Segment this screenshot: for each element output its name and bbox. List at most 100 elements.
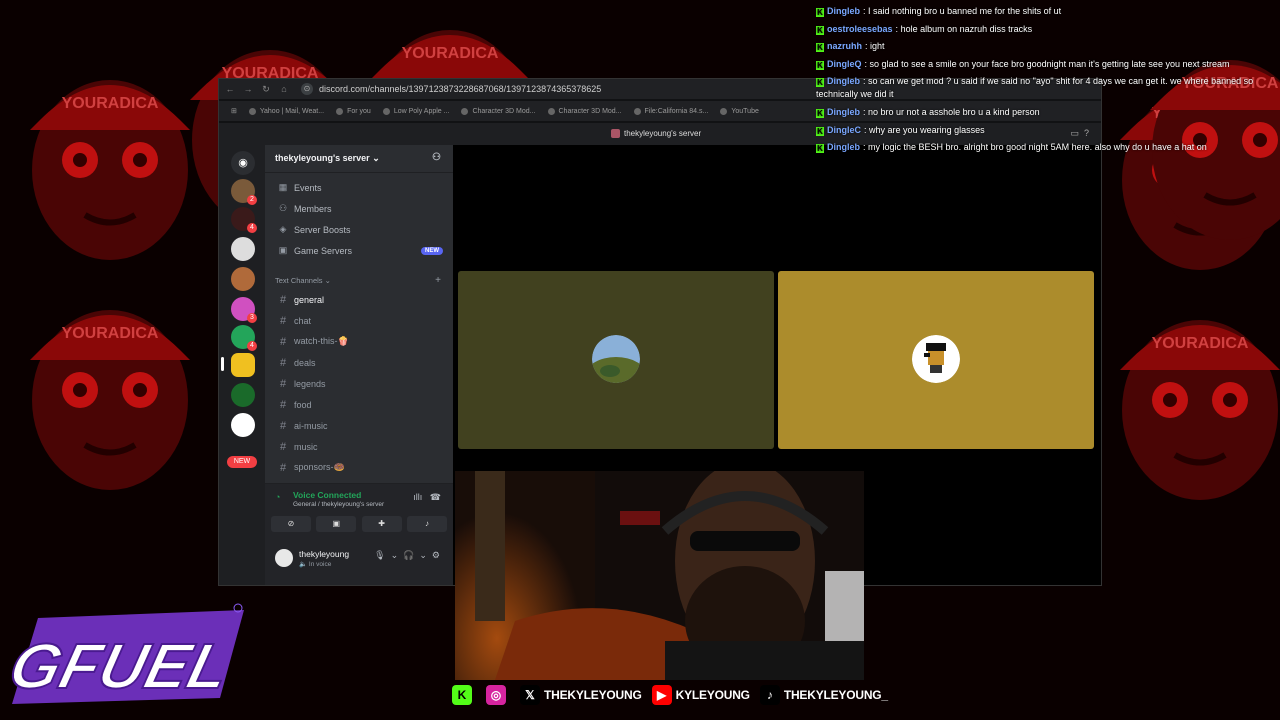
menu-item-members[interactable]: ⚇ Members xyxy=(265,198,453,219)
voice-controls: ıllı ☎ xyxy=(413,492,441,503)
back-icon[interactable]: ← xyxy=(223,84,237,94)
chat-username: DingleQ xyxy=(827,58,862,69)
server-icon[interactable] xyxy=(231,237,255,261)
mic-icon[interactable]: 🎙 xyxy=(374,550,390,560)
bookmark-item[interactable]: Character 3D Mod... xyxy=(461,107,536,115)
voice-location[interactable]: General / thekyleyoung's server xyxy=(293,501,384,508)
channel-item[interactable]: # legends xyxy=(265,373,453,394)
reload-icon[interactable]: ↻ xyxy=(259,84,273,95)
notification-badge: 4 xyxy=(247,223,257,233)
bookmark-label: For you xyxy=(347,107,371,115)
add-channel-icon[interactable]: + xyxy=(435,275,441,286)
chat-message: K Dingleb: my logic the BESH bro. alright… xyxy=(816,139,1280,157)
channel-item[interactable]: # sponsors-🍩 xyxy=(265,457,453,478)
category-text-channels[interactable]: Text Channels ⌄ + xyxy=(265,271,453,289)
avatar[interactable] xyxy=(275,549,293,567)
bookmark-favicon xyxy=(248,107,256,115)
bookmark-item[interactable]: File:California 84.s... xyxy=(633,107,708,115)
activities-button[interactable]: ✚ xyxy=(361,516,402,532)
menu-item-label: Events xyxy=(294,182,322,193)
server-icon[interactable] xyxy=(231,353,255,377)
chat-text: so glad to see a smile on your face bro … xyxy=(869,58,1230,69)
bookmark-item[interactable]: YouTube xyxy=(720,107,759,115)
notification-badge: 3 xyxy=(247,313,257,323)
participant-tile-left[interactable] xyxy=(458,271,774,449)
chevron-down-icon: ⌄ xyxy=(372,153,380,163)
bookmark-favicon xyxy=(461,107,469,115)
bookmark-label: YouTube xyxy=(731,107,759,115)
username[interactable]: thekyleyoung xyxy=(299,549,349,559)
kick-badge-icon: K xyxy=(816,8,824,17)
menu-item-events[interactable]: ▦ Events xyxy=(265,177,453,198)
participant-avatar xyxy=(912,335,960,383)
hash-icon: # xyxy=(279,293,287,306)
channel-item[interactable]: # ai-music xyxy=(265,415,453,436)
channel-name: chat xyxy=(294,315,312,326)
menu-item-server-boosts[interactable]: ◈ Server Boosts xyxy=(265,219,453,240)
user-panel: thekyleyoung 🔈 In voice 🎙⌄🎧⌄⚙ xyxy=(265,537,453,585)
chat-username: Dingleb xyxy=(827,76,860,86)
soundboard-button[interactable]: ♪ xyxy=(406,516,447,532)
menu-item-game-servers[interactable]: ▣ Game Servers NEW xyxy=(265,240,453,261)
chat-message: Koestroleesebas: hole album on nazruh di… xyxy=(816,21,1280,39)
server-icon[interactable] xyxy=(231,383,255,407)
noise-suppression-icon[interactable]: ıllı xyxy=(413,492,422,502)
server-header[interactable]: thekyleyoung's server ⌄ ⚇ xyxy=(265,145,453,173)
apps-icon[interactable]: ⊞ xyxy=(231,107,237,115)
bookmark-item[interactable]: Low Poly Apple ... xyxy=(382,107,449,115)
signal-icon[interactable]: ◔ xyxy=(275,492,280,502)
channel-name: music xyxy=(294,441,318,452)
url-text[interactable]: discord.com/channels/1397123873228687068… xyxy=(319,84,601,94)
invite-icon[interactable]: ⚇ xyxy=(432,152,441,163)
social-handle: KYLEYOUNG xyxy=(675,688,750,702)
channel-item[interactable]: # chat xyxy=(265,310,453,331)
menu-item-label: Server Boosts xyxy=(294,224,351,235)
chat-username: DingleC xyxy=(827,124,862,135)
hash-icon: # xyxy=(279,419,287,432)
bookmark-item[interactable]: Yahoo | Mail, Weat... xyxy=(248,107,324,115)
bookmark-favicon xyxy=(382,107,390,115)
channel-item[interactable]: # watch-this-🍿 xyxy=(265,331,453,352)
svg-text:YOURADICA: YOURADICA xyxy=(62,325,159,342)
kick-badge-icon: K xyxy=(816,60,824,70)
bookmark-item[interactable]: For you xyxy=(336,107,371,115)
screenshare-button[interactable]: ▣ xyxy=(316,516,357,532)
notification-badge: 2 xyxy=(247,195,257,205)
x-icon: 𝕏 xyxy=(520,685,540,705)
boost-icon: ◈ xyxy=(279,224,287,234)
social-handle: THEKYLEYOUNG xyxy=(544,688,642,702)
participant-tile-right[interactable] xyxy=(778,271,1094,449)
home-icon[interactable]: ⌂ xyxy=(277,84,291,94)
chat-colon: : xyxy=(895,23,899,34)
channel-item[interactable]: # general xyxy=(265,289,453,310)
chat-colon: : xyxy=(863,6,866,16)
chat-colon: : xyxy=(863,142,866,152)
channel-item[interactable]: # food xyxy=(265,394,453,415)
server-icon[interactable] xyxy=(231,267,255,291)
channel-item[interactable]: # deals xyxy=(265,352,453,373)
channel-name: general xyxy=(294,294,325,305)
hash-icon: # xyxy=(279,377,287,390)
chat-colon: : xyxy=(863,107,866,117)
chat-colon: : xyxy=(863,76,866,86)
site-info-icon[interactable]: ⊙ xyxy=(301,83,313,95)
bookmark-label: Character 3D Mod... xyxy=(472,107,536,115)
gear-icon[interactable]: ⚙ xyxy=(432,550,445,560)
channel-sidebar: thekyleyoung's server ⌄ ⚇ ▦ Events ⚇ Member… xyxy=(265,145,453,585)
bookmark-item[interactable]: Character 3D Mod... xyxy=(547,107,622,115)
disconnect-icon[interactable]: ☎ xyxy=(430,492,441,502)
window-title: thekyleyoung's server xyxy=(611,129,701,139)
discord-home-icon[interactable]: ◉ xyxy=(231,151,255,175)
participant-avatar xyxy=(592,335,640,383)
headphones-icon[interactable]: 🎧 xyxy=(403,550,419,560)
channel-item[interactable]: # music xyxy=(265,436,453,457)
server-icon[interactable] xyxy=(231,413,255,437)
channel-name: watch-this-🍿 xyxy=(294,336,349,346)
kick-badge-icon: K xyxy=(816,25,824,35)
new-badge[interactable]: NEW xyxy=(227,456,257,468)
camera-button[interactable]: ⊘ xyxy=(271,516,311,532)
forward-icon[interactable]: → xyxy=(241,84,255,94)
hash-icon: # xyxy=(279,461,287,474)
gfuel-logo: G GFUEL xyxy=(8,603,244,704)
server-name: thekyleyoung's server xyxy=(275,153,370,163)
